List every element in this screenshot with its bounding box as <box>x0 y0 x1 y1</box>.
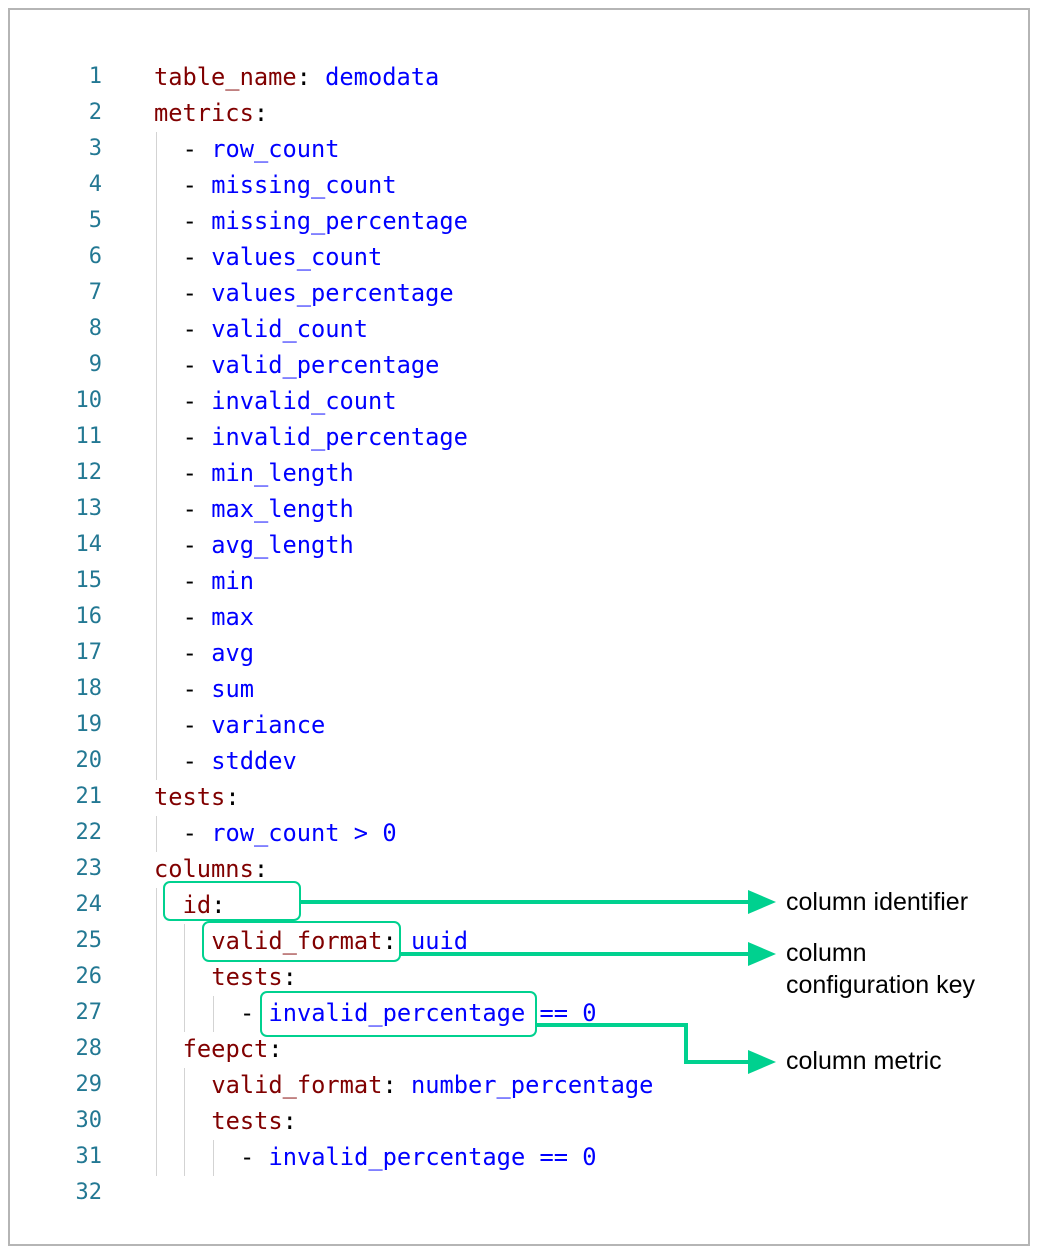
annotation-column-identifier: column identifier <box>786 888 969 916</box>
highlight-box-invalid-percentage <box>260 991 537 1037</box>
highlight-box-id <box>163 881 301 921</box>
annotation-column-configuration-key-line2: configuration key <box>786 971 976 999</box>
annotation-column-configuration-key-line1: column <box>786 939 867 967</box>
arrow-head-column-configuration-key-icon <box>748 942 776 966</box>
annotation-column-metric: column metric <box>786 1047 942 1075</box>
arrow-line-column-metric <box>536 1023 752 1064</box>
arrow-head-column-identifier-icon <box>748 890 776 914</box>
arrow-head-column-metric-icon <box>748 1050 776 1074</box>
highlight-box-valid-format <box>202 921 401 962</box>
